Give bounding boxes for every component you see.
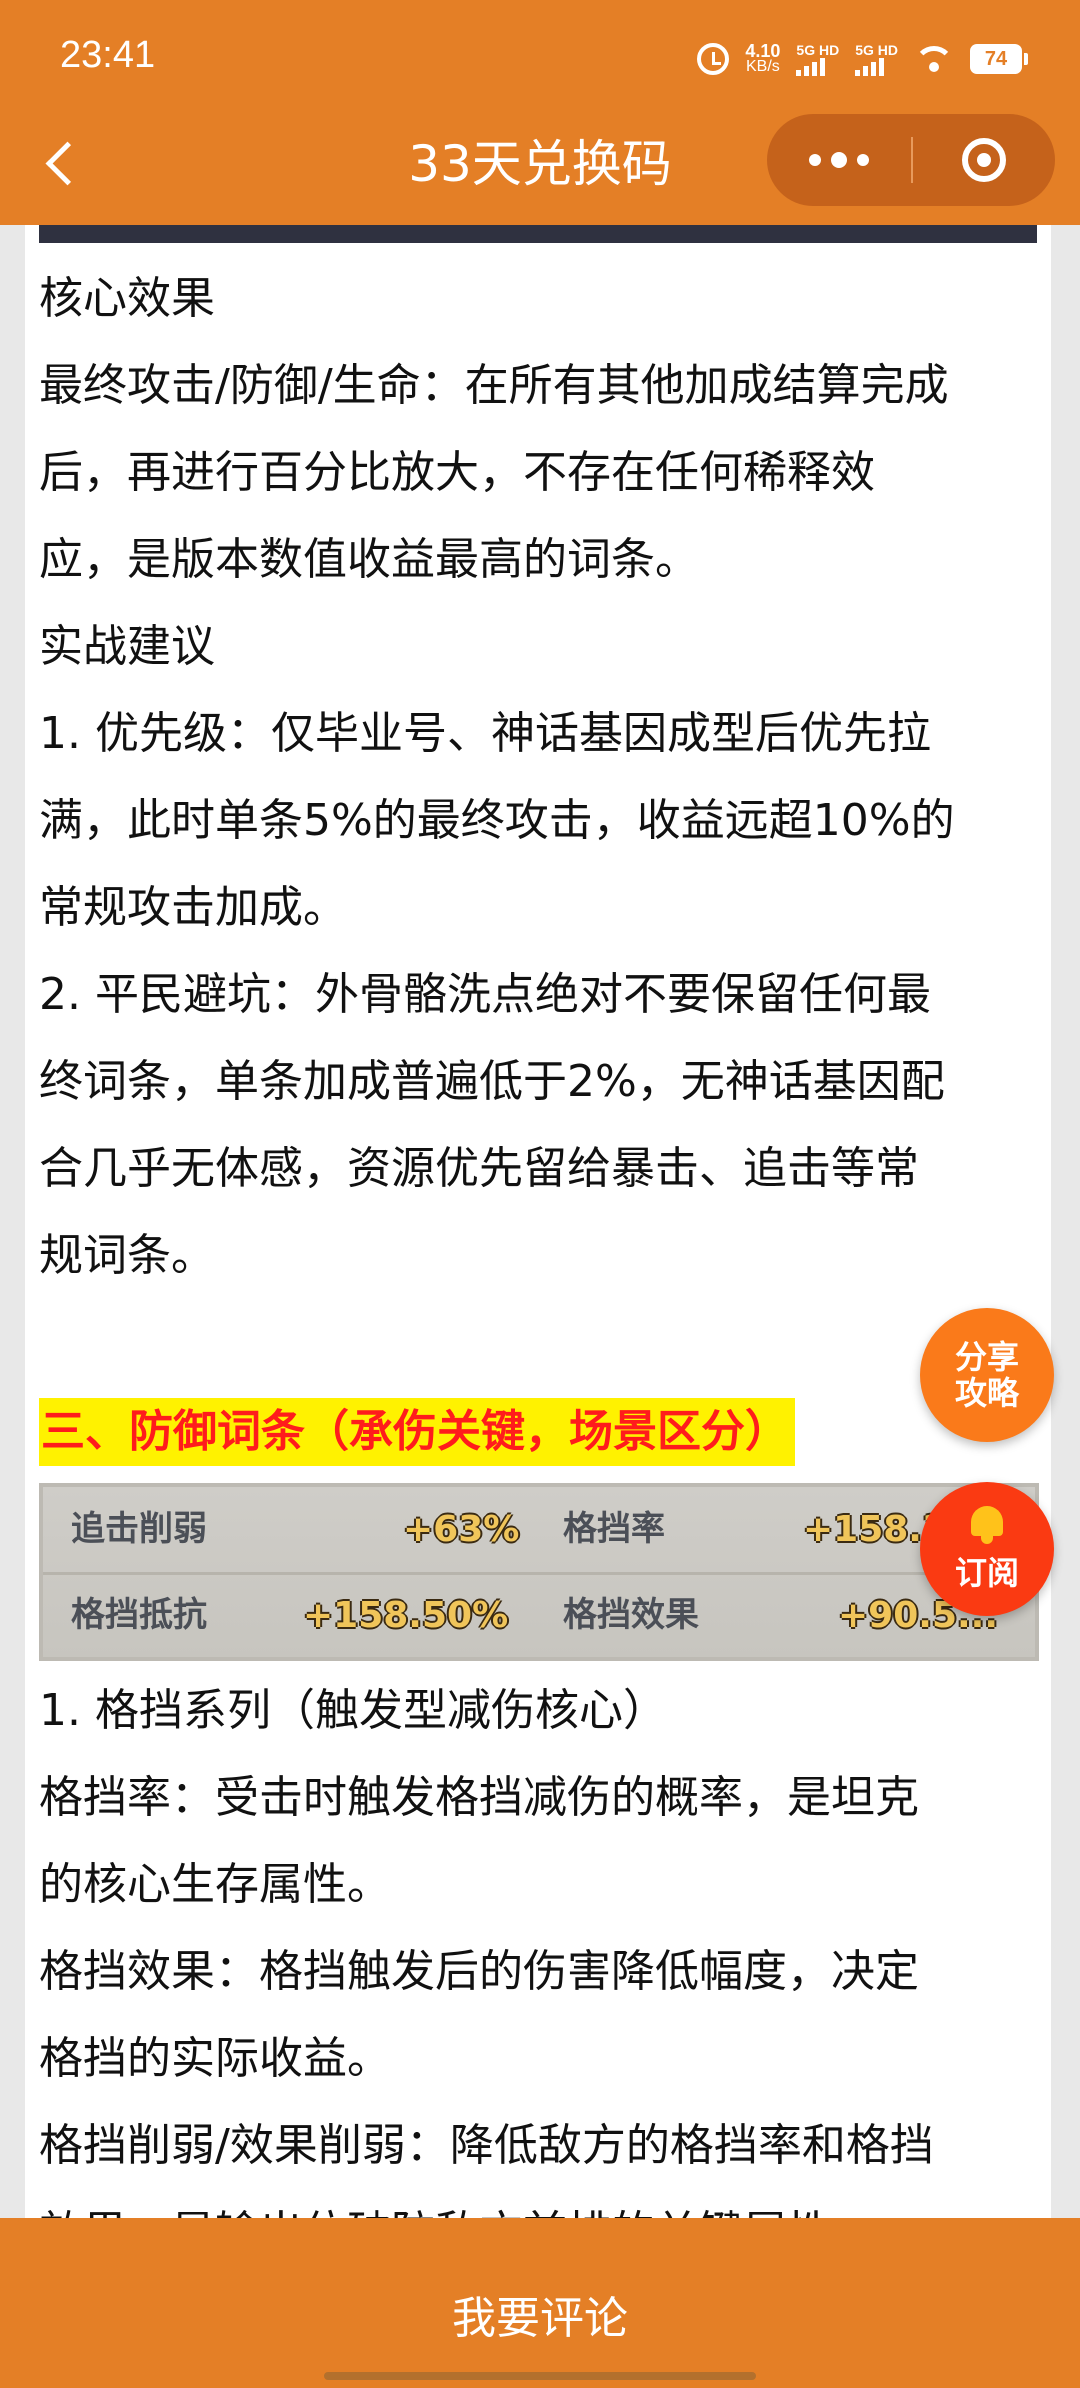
article-line: 2. 平民避坑：外骨骼洗点绝对不要保留任何最 <box>39 969 931 1020</box>
battery-icon: 74 <box>970 44 1028 74</box>
article-line: 1. 优先级：仅毕业号、神话基因成型后优先拉 <box>39 708 931 759</box>
comment-button[interactable]: 我要评论 <box>0 2282 1080 2346</box>
home-indicator[interactable] <box>324 2372 756 2380</box>
bottom-bar: 我要评论 <box>0 2218 1080 2388</box>
alarm-icon <box>697 43 730 75</box>
share-guide-button[interactable]: 分享 攻略 <box>920 1308 1054 1442</box>
wifi-icon <box>914 44 954 74</box>
attribute-row: 格挡抵抗 +158.50% 格挡效果 +90.5... <box>43 1573 1035 1658</box>
network-speed: 4.10 KB/s <box>745 41 781 75</box>
section-title: 三、防御词条（承伤关键，场景区分） <box>39 1398 795 1466</box>
subscribe-button[interactable]: 订阅 <box>920 1482 1054 1616</box>
article-line: 应，是版本数值收益最高的词条。 <box>39 534 699 585</box>
article-line: 核心效果 <box>39 273 215 324</box>
attribute-screenshot[interactable]: 追击削弱 +63% 格挡率 +158.3... 格挡抵抗 +158.50% 格挡… <box>39 1483 1039 1661</box>
record-close-icon <box>962 138 1006 182</box>
status-time: 23:41 <box>60 34 156 76</box>
attribute-label: 格挡率 <box>563 1509 665 1549</box>
more-dots-icon <box>809 154 821 166</box>
article-line: 格挡削弱/效果削弱：降低敌方的格挡率和格挡 <box>39 2120 934 2171</box>
sim1-label: 5G HD <box>796 41 840 58</box>
network-speed-unit: KB/s <box>745 58 780 75</box>
article-line: 格挡效果：格挡触发后的伤害降低幅度，决定 <box>39 1946 919 1997</box>
signal-icon: 5G HD <box>855 41 898 76</box>
article-body: 核心效果 最终攻击/防御/生命：在所有其他加成结算完成 后，再进行百分比放大，不… <box>39 255 1049 2225</box>
status-icons: 4.10 KB/s 5G HD 5G HD 74 <box>697 36 1028 82</box>
article-line: 规词条。 <box>39 1230 215 1281</box>
network-speed-value: 4.10 <box>745 41 781 61</box>
attribute-label: 追击削弱 <box>71 1509 207 1549</box>
image-bottom-edge <box>39 225 1037 243</box>
article-line: 常规攻击加成。 <box>39 882 347 933</box>
article-line: 1. 格挡系列（触发型减伤核心） <box>39 1685 667 1736</box>
close-button[interactable] <box>913 114 1055 206</box>
article-line: 满，此时单条5%的最终攻击，收益远超10%的 <box>39 795 955 846</box>
article-card: 核心效果 最终攻击/防御/生命：在所有其他加成结算完成 后，再进行百分比放大，不… <box>25 225 1051 2225</box>
attribute-label: 格挡效果 <box>563 1595 699 1635</box>
signal-icon: 5G HD <box>796 41 840 76</box>
more-button[interactable] <box>767 114 911 206</box>
sim2-label: 5G HD <box>855 41 898 58</box>
share-label-line2: 攻略 <box>954 1374 1019 1412</box>
attribute-value: +63% <box>403 1509 520 1550</box>
article-line: 合几乎无体感，资源优先留给暴击、追击等常 <box>39 1143 919 1194</box>
article-line: 终词条，单条加成普遍低于2%，无神话基因配 <box>39 1056 945 1107</box>
battery-level: 74 <box>984 47 1008 70</box>
article-line: 实战建议 <box>39 621 215 672</box>
app-header: 23:41 4.10 KB/s 5G HD 5G HD 74 33天兑换码 <box>0 0 1080 225</box>
miniprogram-capsule <box>767 114 1055 206</box>
article-line: 格挡的实际收益。 <box>39 2033 391 2084</box>
article-line: 格挡率：受击时触发格挡减伤的概率，是坦克 <box>39 1772 919 1823</box>
subscribe-label: 订阅 <box>954 1554 1019 1592</box>
attribute-label: 格挡抵抗 <box>71 1595 207 1635</box>
attribute-value: +158.50% <box>303 1595 509 1636</box>
attribute-row: 追击削弱 +63% 格挡率 +158.3... <box>43 1487 1035 1575</box>
article-line: 后，再进行百分比放大，不存在任何稀释效 <box>39 447 875 498</box>
article-line: 的核心生存属性。 <box>39 1859 391 1910</box>
share-label-line1: 分享 <box>954 1338 1019 1376</box>
article-line: 最终攻击/防御/生命：在所有其他加成结算完成 <box>39 360 949 411</box>
bell-icon <box>968 1504 1006 1544</box>
